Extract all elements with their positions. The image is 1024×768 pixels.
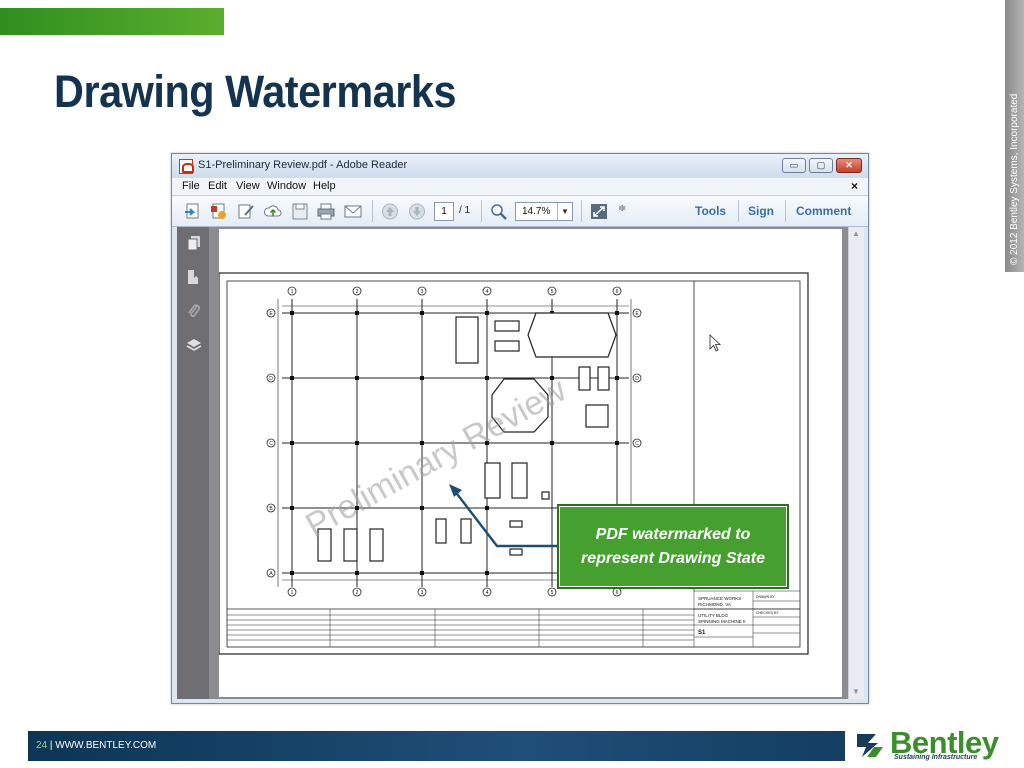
- footer-text: 24 | WWW.BENTLEY.COM: [36, 740, 156, 751]
- bentley-tagline: Sustaining Infrastructure: [894, 754, 978, 761]
- callout-box: PDF watermarked to represent Drawing Stat…: [557, 504, 789, 589]
- slide-number: 24: [36, 740, 48, 751]
- callout-line-2: represent Drawing State: [580, 549, 766, 567]
- bentley-logo-icon: [854, 729, 886, 761]
- callout-arrow: [449, 484, 557, 548]
- slide: Drawing Watermarks © 2012 Bentley System…: [0, 0, 1024, 768]
- footer-url[interactable]: WWW.BENTLEY.COM: [55, 740, 156, 751]
- callout-line-1: PDF watermarked to: [595, 525, 751, 543]
- callout-text: PDF watermarked to represent Drawing Stat…: [581, 523, 765, 571]
